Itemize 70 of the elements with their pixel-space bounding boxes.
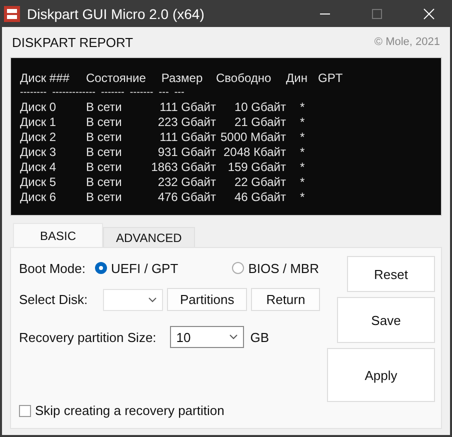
column-header: Состояние <box>86 71 147 86</box>
radio-label: UEFI / GPT <box>111 260 178 276</box>
chevron-down-icon <box>229 334 238 340</box>
radio-button[interactable] <box>232 262 244 274</box>
close-icon[interactable] <box>423 8 435 20</box>
disk-size: 111 Gбайт <box>158 100 216 115</box>
disk-status: В сети <box>86 100 123 115</box>
gpt-mark: * <box>299 145 306 160</box>
report-title: DISKPART REPORT <box>12 34 134 50</box>
disk-status: В сети <box>86 175 123 190</box>
disk-free: 21 Gбайт <box>234 115 286 130</box>
app-icon <box>4 6 20 22</box>
gpt-mark: * <box>299 175 306 190</box>
disk-status: В сети <box>86 145 123 160</box>
checkbox-label: Skip creating a recovery partition <box>35 403 224 418</box>
disk-free: 159 Gбайт <box>226 160 286 175</box>
disk-size: 111 Gбайт <box>158 130 216 145</box>
gpt-mark: * <box>299 115 306 130</box>
disk-size: 223 Gбайт <box>156 115 216 130</box>
column-header: Дин <box>286 71 308 86</box>
boot-mode-label: Boot Mode: <box>19 260 86 276</box>
radio-option[interactable]: UEFI / GPT <box>95 260 178 276</box>
disk-free: 5000 Мбайт <box>220 130 286 145</box>
gpt-mark: * <box>299 130 306 145</box>
disk-status: В сети <box>86 190 123 205</box>
disk-name: Диск 6 <box>20 190 58 205</box>
disk-name: Диск 1 <box>20 115 58 130</box>
tab[interactable]: BASIC <box>13 223 104 247</box>
disk-name: Диск 5 <box>20 175 58 190</box>
disk-free: 10 Gбайт <box>234 100 286 115</box>
disk-free: 2048 Кбайт <box>222 145 286 160</box>
disk-status: В сети <box>86 115 123 130</box>
radio-option[interactable]: BIOS / MBR <box>232 260 319 276</box>
disk-status: В сети <box>86 160 123 175</box>
recovery-size-label: Recovery partition Size: <box>19 330 156 344</box>
column-header: GPT <box>318 71 344 86</box>
action-button[interactable]: Save <box>337 297 435 343</box>
maximize-icon[interactable] <box>371 8 383 20</box>
gpt-mark: * <box>299 160 306 175</box>
disk-name: Диск 2 <box>20 130 58 145</box>
gpt-mark: * <box>299 190 306 205</box>
disk-size: 476 Gбайт <box>156 190 216 205</box>
column-header: Диск ### <box>20 71 70 86</box>
action-button[interactable]: Return <box>251 288 320 311</box>
disk-free: 46 Gбайт <box>234 190 286 205</box>
disk-size: 1863 Gбайт <box>150 160 216 175</box>
tab[interactable]: ADVANCED <box>103 227 195 247</box>
disk-name: Диск 4 <box>20 160 58 175</box>
action-button[interactable]: Reset <box>347 256 435 292</box>
radio-button[interactable] <box>95 262 107 274</box>
unit-label: GB <box>250 330 270 344</box>
disk-free: 22 Gбайт <box>234 175 286 190</box>
radio-label: BIOS / MBR <box>248 260 319 276</box>
window-title: Diskpart GUI Micro 2.0 (x64) <box>27 6 204 22</box>
disk-size: 232 Gбайт <box>156 175 216 190</box>
select-disk-label: Select Disk: <box>19 292 89 307</box>
size-dropdown[interactable]: 10 <box>170 326 244 348</box>
action-button[interactable]: Partitions <box>167 288 248 311</box>
disk-status: В сети <box>86 130 123 145</box>
separator-line: -------- ------------- ------- ------- --- --- <box>20 86 186 100</box>
copyright: © Mole, 2021 <box>374 36 440 48</box>
chevron-down-icon <box>148 296 157 302</box>
disk-name: Диск 3 <box>20 145 58 160</box>
checkbox[interactable] <box>19 404 31 416</box>
disk-name: Диск 0 <box>20 100 58 115</box>
gpt-mark: * <box>299 100 306 115</box>
disk-size: 931 Gбайт <box>156 145 216 160</box>
column-header: Размер <box>160 71 204 86</box>
column-header: Свободно <box>216 71 272 86</box>
action-button[interactable]: Apply <box>327 348 435 402</box>
